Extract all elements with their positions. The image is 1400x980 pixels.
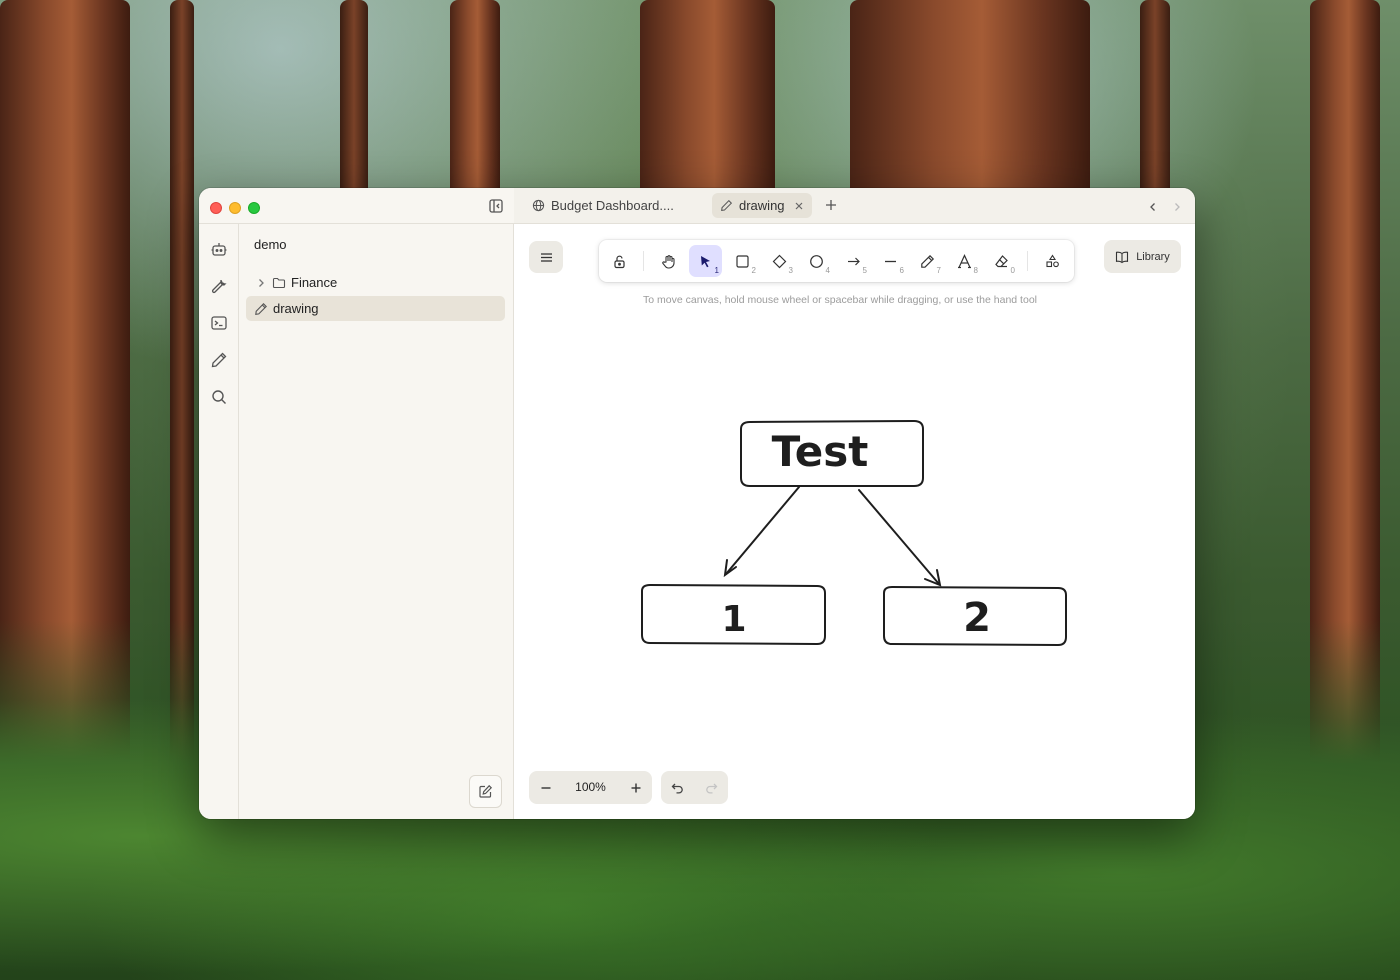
close-window-button[interactable] bbox=[210, 202, 222, 214]
close-tab-icon[interactable] bbox=[794, 201, 804, 211]
rectangle-icon bbox=[736, 254, 749, 268]
main-menu-button[interactable] bbox=[529, 241, 563, 273]
file-explorer: demo Finance drawing bbox=[239, 224, 514, 819]
pencil-icon[interactable] bbox=[210, 351, 228, 369]
box-1-label: 1 bbox=[721, 599, 746, 640]
tree-folder-finance[interactable]: Finance bbox=[246, 270, 505, 295]
diamond-icon bbox=[772, 254, 787, 268]
book-open-icon bbox=[1116, 251, 1129, 263]
tool-shortcut: 8 bbox=[973, 266, 978, 275]
search-icon[interactable] bbox=[210, 388, 228, 406]
chevron-right-icon[interactable] bbox=[256, 278, 266, 288]
tool-shortcut: 5 bbox=[862, 266, 867, 275]
pencil-icon bbox=[255, 302, 267, 315]
terminal-icon[interactable] bbox=[210, 314, 228, 332]
tab-label: drawing bbox=[739, 198, 785, 213]
text-tool-button[interactable]: 8 bbox=[948, 245, 981, 277]
hand-tool-button[interactable] bbox=[652, 245, 685, 277]
redo-icon bbox=[706, 783, 718, 794]
library-button[interactable]: Library bbox=[1104, 240, 1181, 273]
sidebar-toggle-icon[interactable] bbox=[488, 198, 504, 214]
box-2-label: 2 bbox=[963, 595, 991, 641]
chevron-right-icon[interactable] bbox=[1171, 200, 1183, 212]
ellipse-tool-button[interactable]: 4 bbox=[800, 245, 833, 277]
app-window: demo Finance drawing Budget Dashboard...… bbox=[199, 188, 1195, 819]
line-icon bbox=[885, 260, 896, 262]
edit-square-icon bbox=[479, 784, 493, 798]
text-a-icon bbox=[958, 253, 971, 268]
lock-tool-button[interactable] bbox=[603, 245, 636, 277]
unlock-icon bbox=[614, 255, 625, 268]
tab-label: Budget Dashboard.... bbox=[551, 198, 674, 213]
tree-item-label: Finance bbox=[291, 275, 338, 290]
tool-shortcut: 1 bbox=[714, 266, 719, 275]
vault-name[interactable]: demo bbox=[254, 237, 287, 252]
eraser-tool-button[interactable]: 0 bbox=[985, 245, 1018, 277]
zoom-in-button[interactable] bbox=[619, 771, 652, 804]
arrow-tool-button[interactable]: 5 bbox=[837, 245, 870, 277]
minimize-window-button[interactable] bbox=[229, 202, 241, 214]
tool-shortcut: 7 bbox=[936, 266, 941, 275]
pencil-icon bbox=[921, 254, 935, 268]
zoom-window-button[interactable] bbox=[248, 202, 260, 214]
toolbar-divider bbox=[643, 251, 644, 271]
diamond-tool-button[interactable]: 3 bbox=[763, 245, 796, 277]
extra-tools-button[interactable] bbox=[1036, 245, 1069, 277]
eraser-icon bbox=[995, 254, 1008, 267]
hand-icon bbox=[662, 254, 675, 269]
ribbon bbox=[199, 224, 239, 819]
tool-shortcut: 2 bbox=[751, 266, 756, 275]
new-note-button[interactable] bbox=[469, 775, 502, 808]
chevron-left-icon[interactable] bbox=[1147, 200, 1159, 212]
plus-icon bbox=[631, 783, 640, 792]
new-tab-icon[interactable] bbox=[824, 198, 838, 212]
hamburger-icon bbox=[540, 252, 552, 262]
wrench-icon[interactable] bbox=[210, 277, 228, 295]
history-controls bbox=[661, 771, 728, 804]
tab-bar: Budget Dashboard.... drawing bbox=[514, 188, 1195, 224]
selection-tool-button[interactable]: 1 bbox=[689, 245, 722, 277]
minus-icon bbox=[541, 786, 550, 789]
arrow-to-1[interactable] bbox=[725, 486, 800, 575]
library-label: Library bbox=[1136, 250, 1170, 263]
toolbar-divider bbox=[1027, 251, 1028, 271]
line-tool-button[interactable]: 6 bbox=[874, 245, 907, 277]
shape-toolbar: 1 2 3 4 5 6 7 8 0 bbox=[599, 240, 1074, 282]
shapes-icon bbox=[1046, 253, 1059, 267]
drawing-scene[interactable]: Test 1 2 bbox=[514, 224, 1194, 819]
tool-shortcut: 4 bbox=[825, 266, 830, 275]
rectangle-tool-button[interactable]: 2 bbox=[726, 245, 759, 277]
tab-drawing[interactable]: drawing bbox=[712, 193, 812, 218]
tool-shortcut: 0 bbox=[1010, 266, 1015, 275]
undo-button[interactable] bbox=[661, 771, 694, 804]
undo-icon bbox=[671, 783, 683, 794]
tab-budget-dashboard[interactable]: Budget Dashboard.... bbox=[524, 193, 682, 218]
draw-tool-button[interactable]: 7 bbox=[911, 245, 944, 277]
zoom-level-button[interactable]: 100% bbox=[562, 771, 619, 804]
arrow-to-2[interactable] bbox=[858, 489, 940, 585]
globe-icon bbox=[532, 199, 545, 212]
tool-shortcut: 6 bbox=[899, 266, 904, 275]
pencil-icon bbox=[721, 199, 733, 212]
tree-item-label: drawing bbox=[273, 301, 319, 316]
tree-file-drawing[interactable]: drawing bbox=[246, 296, 505, 321]
excalidraw-canvas[interactable]: Test 1 2 1 2 3 4 5 6 7 8 0 Library To mo… bbox=[514, 224, 1195, 819]
ellipse-icon bbox=[810, 254, 823, 268]
arrow-right-icon bbox=[848, 257, 860, 265]
redo-button[interactable] bbox=[695, 771, 728, 804]
folder-icon bbox=[272, 277, 286, 288]
tool-shortcut: 3 bbox=[788, 266, 793, 275]
bot-icon[interactable] bbox=[210, 240, 228, 258]
zoom-out-button[interactable] bbox=[529, 771, 562, 804]
sidebar-titlebar bbox=[199, 188, 514, 224]
zoom-controls: 100% bbox=[529, 771, 652, 804]
cursor-arrow-icon bbox=[701, 255, 710, 267]
box-test-label: Test bbox=[772, 427, 869, 476]
canvas-hint: To move canvas, hold mouse wheel or spac… bbox=[643, 294, 1037, 306]
